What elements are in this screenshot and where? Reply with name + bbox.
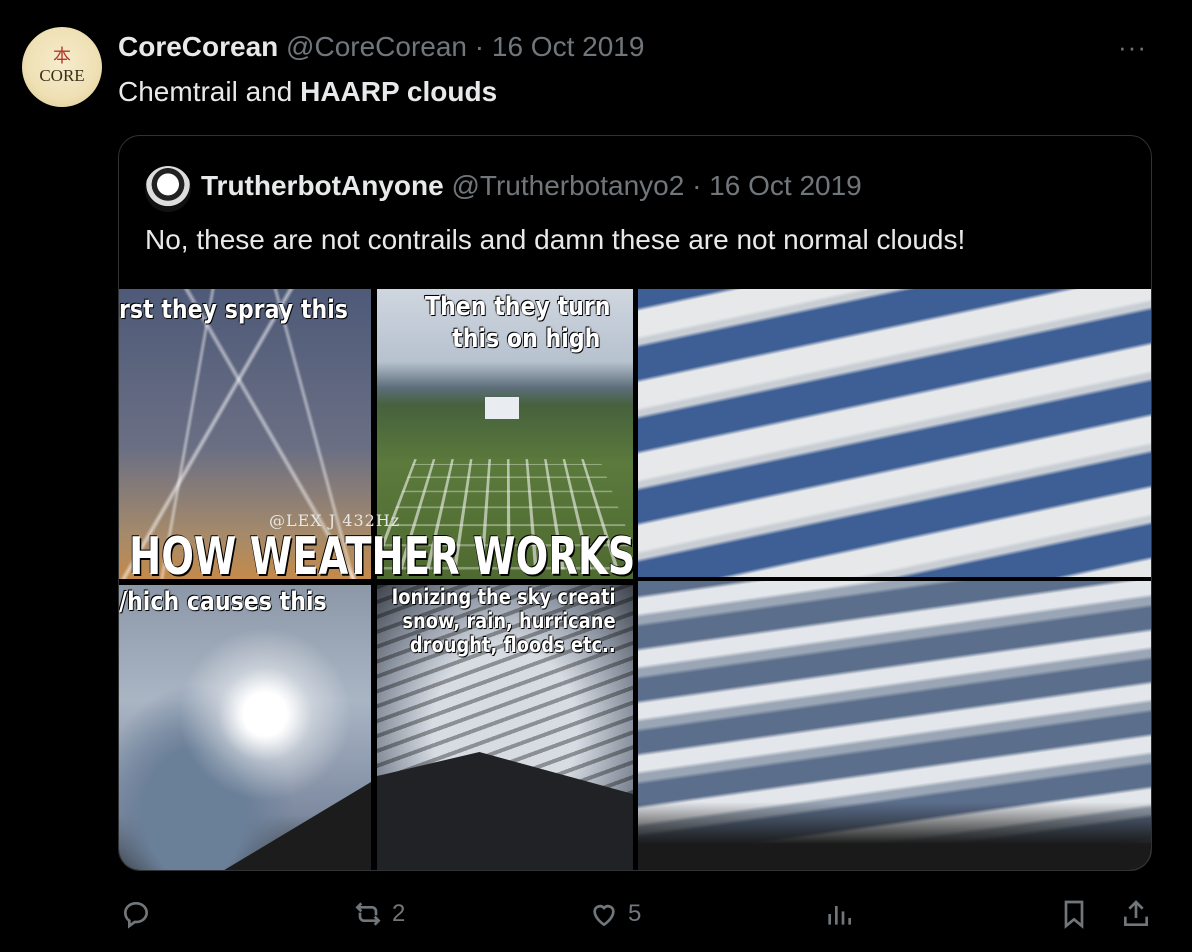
views-button[interactable]	[823, 898, 855, 930]
reply-icon	[123, 901, 149, 929]
author-meta[interactable]: @CoreCorean · 16 Oct 2019	[286, 31, 644, 62]
quoted-tweet-header: TrutherbotAnyone @Trutherbotanyo2 · 16 O…	[201, 169, 862, 203]
cloud-photo-bottom[interactable]	[638, 581, 1151, 870]
quoted-tweet[interactable]: TrutherbotAnyone @Trutherbotanyo2 · 16 O…	[118, 135, 1152, 871]
meme-headline: HOW WEATHER WORKS	[129, 527, 635, 587]
like-count: 5	[628, 900, 642, 927]
quoted-author-meta[interactable]: @Trutherbotanyo2 · 16 Oct 2019	[451, 170, 861, 201]
meme-caption-top-right: Then they turn this on high	[425, 291, 611, 355]
tweet-text-bold: HAARP clouds	[300, 76, 498, 107]
media-grid: rst they spray this Then they turn this …	[119, 289, 1151, 870]
meme-cell-sky	[119, 585, 371, 870]
meme-caption-bottom-right: Ionizing the sky creati snow, rain, hurr…	[381, 585, 616, 657]
heart-icon	[593, 904, 615, 927]
like-button[interactable]: 5	[588, 898, 641, 930]
mountain-silhouette	[377, 752, 633, 870]
retweet-count: 2	[392, 900, 406, 927]
meme-caption-bottom-right-line2: snow, rain, hurricane	[402, 609, 616, 633]
quoted-author-avatar[interactable]	[145, 166, 191, 212]
share-icon	[1124, 900, 1148, 926]
share-button[interactable]	[1120, 898, 1152, 930]
views-icon	[828, 906, 851, 925]
meme-caption-bottom-left: /hich causes this	[119, 587, 327, 617]
meme-caption-bottom-right-line1: Ionizing the sky creati	[391, 585, 616, 609]
roof-silhouette	[221, 782, 371, 870]
action-bar: 2 5	[0, 898, 1192, 934]
tree-line-silhouette	[638, 802, 1151, 870]
retweet-icon	[355, 902, 381, 926]
bookmark-icon	[1064, 900, 1084, 929]
meme-caption-top-right-line2: this on high	[452, 324, 601, 354]
retweet-button[interactable]: 2	[352, 898, 405, 930]
author-name[interactable]: CoreCorean	[118, 31, 278, 62]
bookmark-button[interactable]	[1058, 898, 1090, 930]
avatar-text: CORE	[39, 66, 85, 85]
meme-caption-top-left: rst they spray this	[119, 295, 348, 325]
tweet-text-plain: Chemtrail and	[118, 76, 301, 107]
avatar-kanji: 本	[53, 46, 71, 67]
tweet-text: Chemtrail and HAARP clouds	[118, 74, 497, 110]
tweet-header: CoreCorean @CoreCorean · 16 Oct 2019	[118, 30, 644, 64]
meme-image[interactable]: rst they spray this Then they turn this …	[119, 289, 635, 870]
quoted-tweet-text: No, these are not contrails and damn the…	[145, 224, 966, 255]
haarp-building	[485, 397, 519, 419]
meme-caption-bottom-right-line3: drought, floods etc..	[409, 633, 616, 657]
author-avatar[interactable]: 本 CORE	[22, 27, 102, 107]
cloud-photo-top[interactable]	[638, 289, 1151, 577]
quoted-author-name[interactable]: TrutherbotAnyone	[201, 170, 444, 201]
reply-button[interactable]	[120, 898, 152, 930]
more-options-icon[interactable]: ···	[1118, 32, 1147, 63]
meme-caption-top-right-line1: Then they turn	[425, 292, 611, 322]
